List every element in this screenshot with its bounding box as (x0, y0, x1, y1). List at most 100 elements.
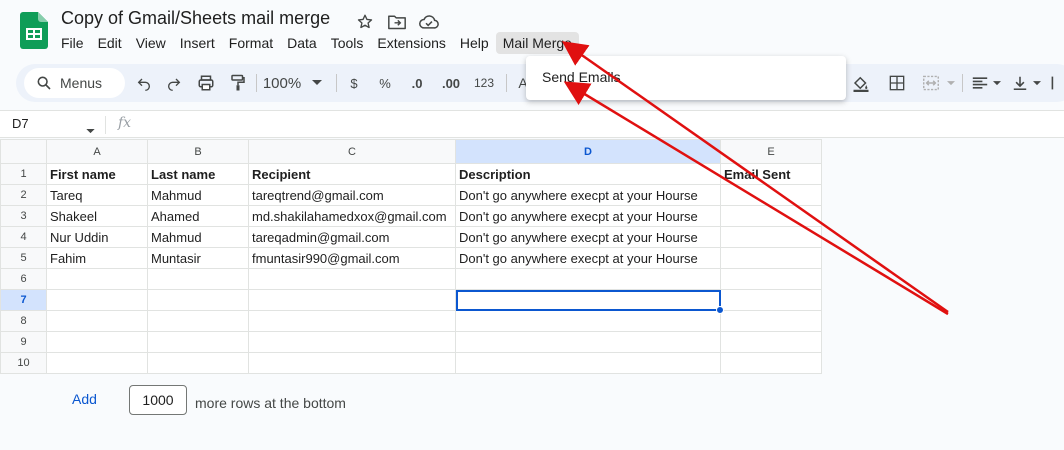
cell[interactable]: First name (46, 163, 148, 185)
menu-edit[interactable]: Edit (91, 32, 129, 54)
merge-cells-icon[interactable] (920, 71, 942, 95)
cell[interactable] (248, 331, 456, 353)
menu-tools[interactable]: Tools (324, 32, 371, 54)
cell[interactable] (720, 352, 822, 374)
cell[interactable]: Mahmud (147, 184, 249, 206)
cell[interactable]: Nur Uddin (46, 226, 148, 248)
cell[interactable] (248, 289, 456, 311)
cell[interactable]: tareqtrend@gmail.com (248, 184, 456, 206)
currency-format-button[interactable]: $ (346, 71, 362, 95)
selected-cell-d7[interactable] (455, 289, 721, 311)
cell[interactable] (720, 268, 822, 290)
row-header[interactable]: 2 (0, 184, 47, 206)
cell[interactable]: Don't go anywhere execpt at your Hourse (455, 226, 721, 248)
cell[interactable]: fmuntasir990@gmail.com (248, 247, 456, 269)
row-header[interactable]: 1 (0, 163, 47, 185)
row-header[interactable]: 9 (0, 331, 47, 353)
horizontal-align-icon[interactable] (970, 71, 990, 95)
row-header[interactable]: 3 (0, 205, 47, 227)
cell[interactable] (720, 247, 822, 269)
star-icon[interactable] (354, 11, 376, 33)
cell[interactable] (455, 331, 721, 353)
menu-format[interactable]: Format (222, 32, 280, 54)
cell[interactable]: tareqadmin@gmail.com (248, 226, 456, 248)
decrease-decimal-button[interactable]: .0 (406, 71, 428, 95)
name-box-dropdown-icon[interactable] (86, 121, 95, 139)
search-menus-button[interactable]: Menus (24, 68, 125, 98)
document-title[interactable]: Copy of Gmail/Sheets mail merge (61, 8, 330, 29)
menu-data[interactable]: Data (280, 32, 324, 54)
text-wrap-icon[interactable] (1046, 71, 1062, 95)
menu-mail-merge[interactable]: Mail Merge (495, 32, 579, 54)
row-header[interactable]: 8 (0, 310, 47, 332)
menu-file[interactable]: File (54, 32, 91, 54)
cell[interactable] (455, 310, 721, 332)
merge-dropdown-icon[interactable] (946, 71, 956, 95)
row-header[interactable]: 4 (0, 226, 47, 248)
cell[interactable] (147, 268, 249, 290)
cell[interactable]: Don't go anywhere execpt at your Hourse (455, 205, 721, 227)
number-format-button[interactable]: 123 (472, 71, 496, 95)
move-to-folder-icon[interactable] (386, 11, 408, 33)
cell[interactable] (248, 352, 456, 374)
cell[interactable]: Mahmud (147, 226, 249, 248)
vertical-align-icon[interactable] (1010, 71, 1030, 95)
cell[interactable] (720, 310, 822, 332)
redo-icon[interactable] (164, 71, 184, 95)
cell[interactable]: Email Sent (720, 163, 822, 185)
cloud-saved-icon[interactable] (418, 11, 440, 33)
cell[interactable]: Shakeel (46, 205, 148, 227)
increase-decimal-button[interactable]: .00 (438, 71, 464, 95)
print-icon[interactable] (196, 71, 216, 95)
cell[interactable]: Don't go anywhere execpt at your Hourse (455, 184, 721, 206)
cell[interactable]: Ahamed (147, 205, 249, 227)
cell[interactable] (720, 205, 822, 227)
cell[interactable] (46, 268, 148, 290)
cell[interactable] (720, 184, 822, 206)
column-header-d[interactable]: D (455, 139, 721, 164)
row-header[interactable]: 10 (0, 352, 47, 374)
zoom-dropdown-icon[interactable] (310, 71, 324, 95)
percent-format-button[interactable]: % (376, 71, 394, 95)
align-dropdown-icon[interactable] (992, 71, 1002, 95)
row-header[interactable]: 7 (0, 289, 47, 311)
cell[interactable]: Last name (147, 163, 249, 185)
cell[interactable]: Recipient (248, 163, 456, 185)
cell[interactable] (147, 331, 249, 353)
cell[interactable]: Tareq (46, 184, 148, 206)
column-header-b[interactable]: B (147, 139, 249, 164)
cell[interactable]: Don't go anywhere execpt at your Hourse (455, 247, 721, 269)
cell[interactable] (147, 310, 249, 332)
cell[interactable] (46, 331, 148, 353)
cell[interactable] (720, 226, 822, 248)
cell[interactable] (248, 268, 456, 290)
cell[interactable] (46, 352, 148, 374)
cell[interactable] (720, 289, 822, 311)
cell[interactable]: Description (455, 163, 721, 185)
cell[interactable] (455, 268, 721, 290)
zoom-select[interactable]: 100% (262, 71, 302, 95)
valign-dropdown-icon[interactable] (1032, 71, 1042, 95)
borders-icon[interactable] (886, 71, 908, 95)
column-header-e[interactable]: E (720, 139, 822, 164)
menu-insert[interactable]: Insert (173, 32, 222, 54)
fill-color-icon[interactable] (850, 71, 872, 95)
row-header[interactable]: 6 (0, 268, 47, 290)
cell[interactable] (147, 352, 249, 374)
column-header-c[interactable]: C (248, 139, 456, 164)
rows-count-input[interactable]: 1000 (129, 385, 187, 415)
column-header-a[interactable]: A (46, 139, 148, 164)
fill-handle[interactable] (716, 306, 724, 314)
name-box[interactable]: D7 (12, 116, 29, 131)
cell[interactable]: md.shakilahamedxox@gmail.com (248, 205, 456, 227)
undo-icon[interactable] (134, 71, 154, 95)
cell[interactable] (46, 310, 148, 332)
menu-view[interactable]: View (129, 32, 173, 54)
cell[interactable] (248, 310, 456, 332)
cell[interactable] (147, 289, 249, 311)
row-header[interactable]: 5 (0, 247, 47, 269)
cell[interactable] (455, 352, 721, 374)
sheets-logo-icon[interactable] (20, 12, 48, 49)
cell[interactable] (720, 331, 822, 353)
menu-extensions[interactable]: Extensions (370, 32, 452, 54)
